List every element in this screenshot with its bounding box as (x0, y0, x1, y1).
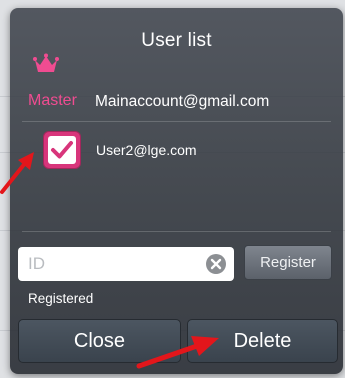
user-checkbox[interactable] (43, 131, 81, 169)
user-email: User2@lge.com (96, 142, 197, 158)
close-icon (210, 258, 222, 270)
user-list-dialog: User list Master Mainaccount@gmail.com U… (10, 8, 343, 374)
checkmark-icon (48, 136, 76, 164)
master-label: Master (28, 92, 77, 109)
master-email: Mainaccount@gmail.com (95, 93, 270, 110)
registered-label: Registered (28, 291, 94, 306)
id-field[interactable] (18, 247, 234, 281)
register-button[interactable]: Register (244, 245, 332, 280)
crown-icon (33, 53, 59, 72)
clear-input-button[interactable] (206, 254, 226, 274)
row-divider (22, 121, 331, 122)
annotation-arrow-icon (0, 152, 34, 194)
row-divider (22, 231, 331, 232)
annotation-arrow-icon (136, 336, 219, 369)
id-input[interactable] (18, 247, 198, 281)
dialog-title: User list (141, 30, 212, 51)
